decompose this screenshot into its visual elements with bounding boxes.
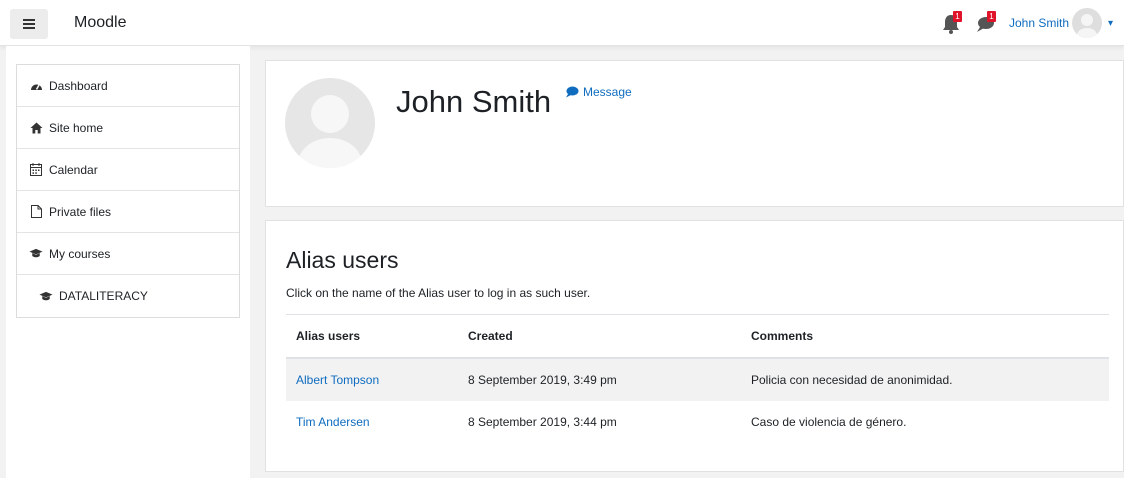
alias-user-link[interactable]: Tim Andersen xyxy=(286,401,458,444)
sidebar-menu: Dashboard Site home Calendar Private fil… xyxy=(16,64,240,318)
sidebar-item-private-files[interactable]: Private files xyxy=(17,191,239,233)
sidebar-item-label: Dashboard xyxy=(49,78,108,93)
table-header-row: Alias users Created Comments xyxy=(286,314,1109,359)
column-header-alias-users: Alias users xyxy=(286,314,458,359)
table-row: Albert Tompson 8 September 2019, 3:49 pm… xyxy=(286,357,1109,401)
menu-toggle-button[interactable] xyxy=(10,9,48,39)
alias-user-link[interactable]: Albert Tompson xyxy=(286,357,458,401)
sidebar-item-label: DATALITERACY xyxy=(59,289,148,303)
graduation-cap-icon xyxy=(29,247,43,261)
user-silhouette-icon xyxy=(1077,14,1097,38)
sidebar-item-calendar[interactable]: Calendar xyxy=(17,149,239,191)
alias-users-card: Alias users Click on the name of the Ali… xyxy=(265,220,1124,472)
notifications-badge: 1 xyxy=(952,11,962,22)
profile-avatar xyxy=(285,78,375,168)
sidebar-item-dashboard[interactable]: Dashboard xyxy=(17,65,239,107)
sidebar-item-label: Private files xyxy=(49,204,112,219)
messages-button[interactable]: 1 xyxy=(975,11,999,35)
notifications-button[interactable]: 1 xyxy=(941,11,965,35)
top-navbar: Moodle 1 1 John Smith ▾ xyxy=(0,0,1124,46)
column-header-created: Created xyxy=(458,314,741,359)
graduation-cap-icon xyxy=(39,289,53,303)
message-label: Message xyxy=(583,85,632,99)
chat-bubble-icon xyxy=(566,86,579,98)
sidebar-item-label: Calendar xyxy=(49,162,98,177)
hamburger-icon xyxy=(23,19,35,29)
nav-drawer: Dashboard Site home Calendar Private fil… xyxy=(6,46,250,478)
file-icon xyxy=(29,205,43,219)
profile-name: John Smith xyxy=(396,84,552,119)
sidebar-item-dataliteracy[interactable]: DATALITERACY xyxy=(17,275,239,317)
user-menu-name[interactable]: John Smith xyxy=(1009,16,1069,30)
user-silhouette-icon xyxy=(298,95,362,168)
sidebar-item-label: Site home xyxy=(49,120,104,135)
sidebar-item-label: My courses xyxy=(49,246,111,261)
message-button[interactable]: Message xyxy=(565,85,632,99)
table-row: Tim Andersen 8 September 2019, 3:44 pm C… xyxy=(286,401,1109,444)
comment-cell: Policia con necesidad de anonimidad. xyxy=(741,357,1109,401)
dashboard-icon xyxy=(29,79,43,93)
column-header-comments: Comments xyxy=(741,314,1109,359)
calendar-icon xyxy=(29,163,43,177)
profile-header-card: John Smith Message xyxy=(265,60,1124,207)
site-brand[interactable]: Moodle xyxy=(74,14,126,32)
created-cell: 8 September 2019, 3:49 pm xyxy=(458,357,741,401)
created-cell: 8 September 2019, 3:44 pm xyxy=(468,415,617,429)
section-title: Alias users xyxy=(286,247,399,273)
section-description: Click on the name of the Alias user to l… xyxy=(286,286,591,300)
chevron-down-icon[interactable]: ▾ xyxy=(1108,18,1124,29)
comment-cell: Caso de violencia de género. xyxy=(751,415,907,429)
alias-users-table: Alias users Created Comments Albert Tomp… xyxy=(286,314,1109,444)
messages-badge: 1 xyxy=(986,11,996,22)
sidebar-item-my-courses[interactable]: My courses xyxy=(17,233,239,275)
user-avatar[interactable] xyxy=(1072,8,1102,38)
sidebar-item-site-home[interactable]: Site home xyxy=(17,107,239,149)
home-icon xyxy=(29,121,43,135)
